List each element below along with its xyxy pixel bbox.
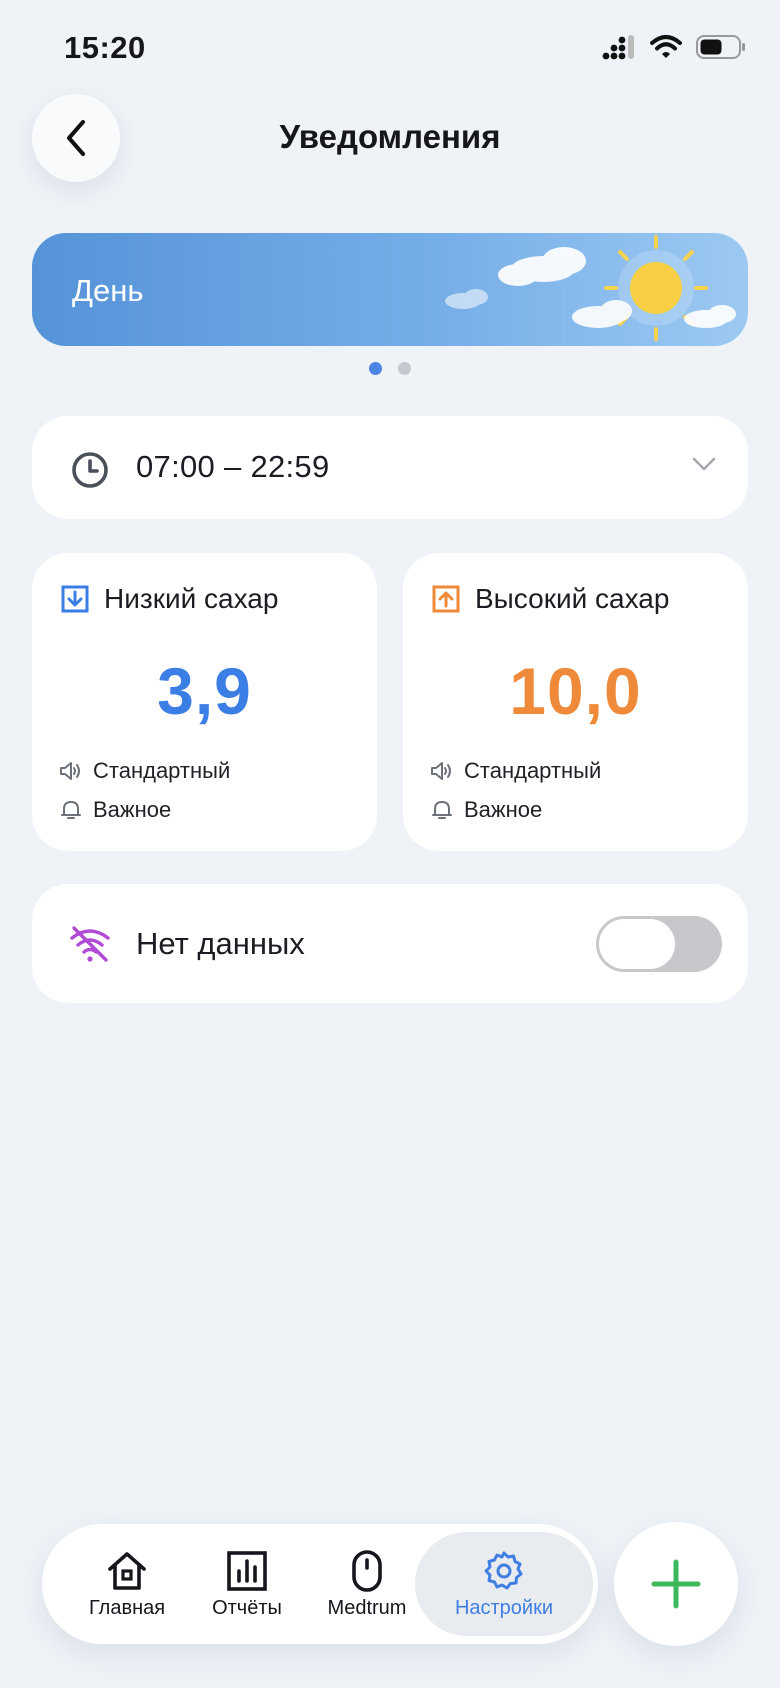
battery-icon: [696, 35, 745, 59]
speaker-icon: [431, 762, 451, 780]
low-sugar-title: Низкий сахар: [104, 583, 279, 614]
banner-pager: [0, 362, 780, 375]
high-sugar-sound: Стандартный: [430, 758, 601, 784]
no-data-toggle[interactable]: [596, 916, 722, 972]
nav-label-settings: Настройки: [454, 1596, 554, 1619]
gear-icon: [484, 1551, 523, 1589]
pager-dot[interactable]: [398, 362, 411, 375]
wifi-off-icon: [70, 926, 110, 962]
chevron-down-icon: [692, 457, 716, 471]
pager-dot-active[interactable]: [369, 362, 382, 375]
bar-chart-icon: [227, 1550, 267, 1591]
bell-icon: [61, 801, 81, 819]
low-sugar-value: 3,9: [157, 654, 252, 728]
low-sugar-sound: Стандартный: [59, 758, 230, 784]
day-banner[interactable]: День: [32, 233, 748, 346]
nav-item-medtrum[interactable]: Medtrum: [312, 1524, 422, 1644]
high-sugar-title: Высокий сахар: [475, 583, 670, 614]
clock-icon: [72, 452, 108, 488]
status-bar: 15:20: [0, 0, 780, 100]
cellular-signal-icon: [602, 35, 634, 60]
status-time: 15:20: [64, 30, 146, 65]
sun-clouds-icon: [445, 235, 736, 341]
high-sugar-value: 10,0: [509, 654, 642, 728]
bottom-nav: Главная Отчёты Medtrum Настройки: [42, 1524, 598, 1644]
high-sugar-sound-label: Стандартный: [464, 758, 602, 783]
low-sugar-priority: Важное: [59, 797, 171, 823]
nav-item-reports[interactable]: Отчёты: [192, 1524, 302, 1644]
home-icon: [108, 1551, 146, 1590]
high-sugar-priority-label: Важное: [464, 797, 543, 822]
high-sugar-priority: Важное: [430, 797, 542, 823]
high-sugar-card[interactable]: Высокий сахар 10,0 Стандартный Важное: [403, 553, 748, 851]
no-data-label: Нет данных: [136, 926, 305, 961]
low-sugar-priority-label: Важное: [93, 797, 172, 822]
nav-item-settings[interactable]: Настройки: [415, 1532, 593, 1636]
status-icons: [602, 34, 746, 60]
speaker-icon: [60, 762, 80, 780]
high-sugar-header: Высокий сахар: [431, 583, 669, 615]
toggle-knob: [599, 919, 675, 969]
plus-icon: [651, 1559, 701, 1609]
page-title: Уведомления: [279, 118, 501, 155]
nav-item-home[interactable]: Главная: [72, 1524, 182, 1644]
low-sugar-header: Низкий сахар: [60, 583, 278, 615]
wifi-icon: [650, 35, 682, 58]
add-button[interactable]: [614, 1522, 738, 1646]
low-sugar-sound-label: Стандартный: [93, 758, 231, 783]
time-range-value: 07:00 – 22:59: [136, 449, 330, 484]
low-sugar-card[interactable]: Низкий сахар 3,9 Стандартный Важное: [32, 553, 377, 851]
nav-label-medtrum: Medtrum: [327, 1596, 407, 1619]
nav-label-home: Главная: [88, 1596, 166, 1619]
bell-icon: [432, 801, 452, 819]
arrow-down-box-icon: [61, 585, 89, 613]
arrow-up-box-icon: [432, 585, 460, 613]
no-data-card: Нет данных: [32, 884, 748, 1003]
banner-label: День: [72, 273, 144, 308]
time-range-selector[interactable]: 07:00 – 22:59: [32, 416, 748, 519]
sensor-icon: [352, 1549, 382, 1592]
nav-label-reports: Отчёты: [212, 1596, 282, 1619]
